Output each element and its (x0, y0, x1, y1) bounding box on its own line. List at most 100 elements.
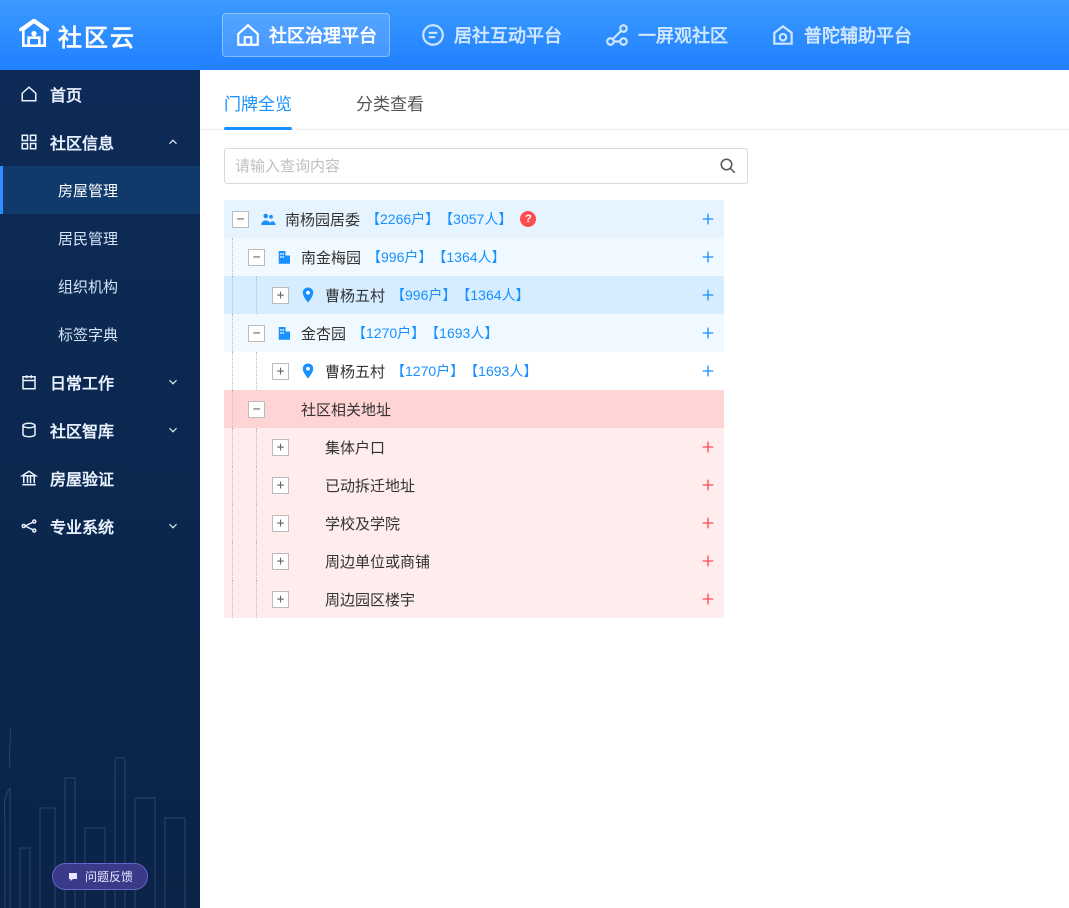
group-icon (259, 210, 277, 228)
subnav-label: 组织机构 (58, 276, 118, 297)
expand-toggle[interactable]: + (272, 515, 289, 532)
feedback-label: 问题反馈 (85, 868, 133, 885)
add-icon[interactable] (700, 287, 716, 303)
collapse-toggle[interactable]: − (248, 325, 265, 342)
node-label: 曹杨五村 (325, 361, 385, 382)
nav-home[interactable]: 首页 (0, 70, 200, 118)
nav-think-tank[interactable]: 社区智库 (0, 406, 200, 454)
subnav-house-mgmt[interactable]: 房屋管理 (0, 166, 200, 214)
add-icon[interactable] (700, 591, 716, 607)
add-icon[interactable] (700, 553, 716, 569)
database-icon (20, 421, 38, 439)
tree-related-header[interactable]: − 社区相关地址 (224, 390, 724, 428)
chat-icon (420, 22, 446, 48)
content-tabs: 门牌全览 分类查看 (200, 78, 1069, 130)
tree-branch-row[interactable]: − 南金梅园 【996户】 【1364人】 (224, 238, 724, 276)
building-icon (275, 248, 293, 266)
cloud-house-icon (18, 19, 50, 51)
warning-badge[interactable]: ? (520, 211, 536, 227)
people-stat: 【1693人】 (425, 323, 498, 343)
add-icon[interactable] (700, 211, 716, 227)
expand-toggle[interactable]: + (272, 553, 289, 570)
tree-root-row[interactable]: − 南杨园居委 【2266户】 【3057人】 ? (224, 200, 724, 238)
nav-daily-work[interactable]: 日常工作 (0, 358, 200, 406)
brand-logo: 社区云 (0, 0, 200, 70)
search-input[interactable] (235, 158, 719, 175)
nav-label: 日常工作 (50, 370, 114, 394)
household-stat: 【1270户】 (352, 323, 425, 343)
people-stat: 【1364人】 (432, 247, 505, 267)
household-stat: 【1270户】 (391, 361, 464, 381)
nav-house-verify[interactable]: 房屋验证 (0, 454, 200, 502)
subnav-label: 房屋管理 (58, 180, 118, 201)
top-tab-label: 一屏观社区 (638, 22, 728, 48)
tree-related-row[interactable]: + 已动拆迁地址 (224, 466, 724, 504)
nav-label: 专业系统 (50, 514, 114, 538)
add-icon[interactable] (700, 477, 716, 493)
search-box[interactable] (224, 148, 748, 184)
bank-icon (20, 469, 38, 487)
node-label: 南金梅园 (301, 247, 361, 268)
tree-branch-row[interactable]: − 金杏园 【1270户】 【1693人】 (224, 314, 724, 352)
top-tab-governance[interactable]: 社区治理平台 (222, 13, 390, 57)
tree-related-row[interactable]: + 集体户口 (224, 428, 724, 466)
top-tab-label: 普陀辅助平台 (804, 22, 912, 48)
search-icon[interactable] (719, 157, 737, 175)
chevron-down-icon (166, 519, 180, 533)
expand-toggle[interactable]: + (272, 439, 289, 456)
subnav-label: 居民管理 (58, 228, 118, 249)
nav-label: 首页 (50, 82, 82, 106)
subnav-org[interactable]: 组织机构 (0, 262, 200, 310)
expand-toggle[interactable]: + (272, 287, 289, 304)
subnav-label: 标签字典 (58, 324, 118, 345)
add-icon[interactable] (700, 249, 716, 265)
chevron-down-icon (166, 423, 180, 437)
add-icon[interactable] (700, 325, 716, 341)
top-tab-label: 社区治理平台 (269, 22, 377, 48)
subnav-resident-mgmt[interactable]: 居民管理 (0, 214, 200, 262)
nav-community-info[interactable]: 社区信息 (0, 118, 200, 166)
tab-categorized[interactable]: 分类查看 (356, 90, 424, 129)
collapse-toggle[interactable]: − (248, 401, 265, 418)
expand-toggle[interactable]: + (272, 591, 289, 608)
pin-icon (299, 286, 317, 304)
add-icon[interactable] (700, 363, 716, 379)
nav-label: 房屋验证 (50, 466, 114, 490)
collapse-toggle[interactable]: − (232, 211, 249, 228)
building-icon (275, 324, 293, 342)
add-icon[interactable] (700, 515, 716, 531)
feedback-icon (67, 871, 79, 883)
top-tabs: 社区治理平台 居社互动平台 一屏观社区 普陀辅助平台 (200, 0, 924, 70)
household-stat: 【2266户】 (366, 209, 439, 229)
sidebar: 首页 社区信息 房屋管理 居民管理 组织机构 标签字典 日常工作 社区智库 房屋… (0, 70, 200, 908)
tree-leaf-row[interactable]: + 曹杨五村 【996户】 【1364人】 (224, 276, 724, 314)
nav-pro-system[interactable]: 专业系统 (0, 502, 200, 550)
top-tab-label: 居社互动平台 (454, 22, 562, 48)
expand-toggle[interactable]: + (272, 477, 289, 494)
grid-icon (20, 133, 38, 151)
top-tab-interaction[interactable]: 居社互动平台 (408, 13, 574, 57)
tree-leaf-row[interactable]: + 曹杨五村 【1270户】 【1693人】 (224, 352, 724, 390)
tree-related-row[interactable]: + 学校及学院 (224, 504, 724, 542)
collapse-toggle[interactable]: − (248, 249, 265, 266)
subnav-tag-dict[interactable]: 标签字典 (0, 310, 200, 358)
people-stat: 【1693人】 (464, 361, 537, 381)
top-tab-assist[interactable]: 普陀辅助平台 (758, 13, 924, 57)
nav-label: 社区信息 (50, 130, 114, 154)
chevron-down-icon (166, 375, 180, 389)
expand-toggle[interactable]: + (272, 363, 289, 380)
tree-related-row[interactable]: + 周边单位或商铺 (224, 542, 724, 580)
nodes-icon (20, 517, 38, 535)
node-label: 曹杨五村 (325, 285, 385, 306)
main-content: 门牌全览 分类查看 − 南杨园居委 【2266户】 【3057人】 ? − (200, 70, 1069, 908)
add-icon[interactable] (700, 439, 716, 455)
node-label: 集体户口 (325, 437, 385, 458)
node-label: 已动拆迁地址 (325, 475, 415, 496)
tree-related-row[interactable]: + 周边园区楼宇 (224, 580, 724, 618)
network-icon (604, 22, 630, 48)
tab-label: 门牌全览 (224, 95, 292, 114)
node-label: 学校及学院 (325, 513, 400, 534)
top-tab-screen[interactable]: 一屏观社区 (592, 13, 740, 57)
feedback-button[interactable]: 问题反馈 (52, 863, 148, 890)
tab-all-doorplates[interactable]: 门牌全览 (224, 90, 292, 129)
